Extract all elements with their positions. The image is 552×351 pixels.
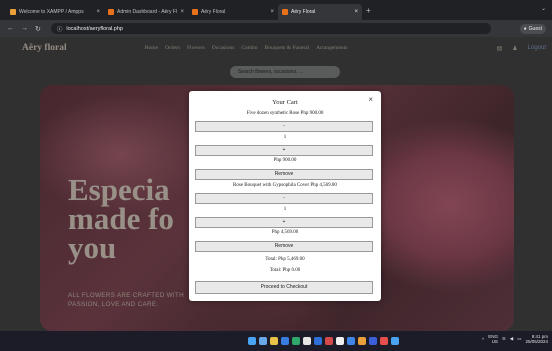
- browser-tab-aery-1[interactable]: Aëry Floral ×: [188, 4, 278, 20]
- profile-label: Guest: [528, 25, 542, 32]
- cart-title: Your Cart: [272, 99, 298, 106]
- cart-item-subtotal: Php 4,569.00: [271, 230, 299, 235]
- browser-tab-admin[interactable]: Admin Dashboard - Aëry Floral ×: [104, 4, 188, 20]
- language-indicator[interactable]: ENG US: [488, 334, 498, 344]
- checkout-button[interactable]: Proceed to Checkout: [195, 281, 373, 294]
- taskbar-app-icon[interactable]: [325, 337, 333, 345]
- battery-icon[interactable]: ▭: [517, 336, 521, 342]
- wifi-icon[interactable]: ≋: [502, 336, 506, 342]
- tab-title: Welcome to XAMPP / Ampps: [19, 9, 84, 15]
- remove-item-button[interactable]: Remove: [195, 169, 373, 180]
- clock-date: 25/05/2024: [525, 339, 548, 344]
- cart-total: Total: Php 5,469.00: [265, 257, 305, 262]
- taskbar-app-icon[interactable]: [259, 337, 267, 345]
- taskbar-apps: [248, 337, 399, 345]
- decrease-quantity-button[interactable]: -: [195, 121, 373, 132]
- clock[interactable]: 9:41 pm 25/05/2024: [525, 334, 548, 344]
- tab-title: Aëry Floral: [291, 9, 316, 15]
- reload-icon[interactable]: ↻: [35, 25, 41, 33]
- close-tab-icon[interactable]: ×: [354, 9, 358, 15]
- taskbar-app-icon[interactable]: [303, 337, 311, 345]
- browser-tab-bar: Welcome to XAMPP / Ampps × Admin Dashboa…: [0, 0, 552, 20]
- close-tab-icon[interactable]: ×: [270, 9, 274, 15]
- close-tab-icon[interactable]: ×: [96, 9, 100, 15]
- cart-item-subtotal: Php 900.00: [273, 158, 297, 163]
- taskbar-app-icon[interactable]: [314, 337, 322, 345]
- browser-tab-xampp[interactable]: Welcome to XAMPP / Ampps ×: [6, 4, 104, 20]
- url-text: localhost/aeryfloral.php: [66, 25, 123, 32]
- region-code: US: [491, 339, 498, 344]
- cart-modal: Your Cart × Five dozen synthetic Rose Ph…: [189, 91, 381, 301]
- increase-quantity-button[interactable]: +: [195, 217, 373, 228]
- close-tab-icon[interactable]: ×: [180, 9, 184, 15]
- web-page: Aëry floral Home Orders Flowers Occasion…: [0, 37, 552, 331]
- cart-item-quantity: 1: [283, 135, 287, 140]
- taskbar-app-icon[interactable]: [270, 337, 278, 345]
- taskbar-app-icon[interactable]: [336, 337, 344, 345]
- taskbar-app-icon[interactable]: [292, 337, 300, 345]
- volume-icon[interactable]: ◀: [510, 336, 513, 342]
- tab-favicon-icon: [10, 9, 16, 15]
- cart-item-label: Five dozen synthetic Rose Php 900.00: [246, 111, 324, 116]
- cart-total-secondary: Total: Php 0.00: [269, 268, 301, 273]
- taskbar-app-icon[interactable]: [281, 337, 289, 345]
- taskbar-app-icon[interactable]: [369, 337, 377, 345]
- tab-title: Admin Dashboard - Aëry Floral: [117, 9, 177, 15]
- forward-icon[interactable]: →: [21, 25, 28, 32]
- tab-search-icon[interactable]: ⌄: [541, 5, 546, 12]
- site-info-icon[interactable]: ⓘ: [57, 25, 63, 33]
- address-bar-row: ← → ↻ ⓘ localhost/aeryfloral.php ● Guest: [0, 20, 552, 37]
- os-taskbar: ^ ENG US ≋ ◀ ▭ 9:41 pm 25/05/2024: [0, 331, 552, 351]
- url-field[interactable]: ⓘ localhost/aeryfloral.php: [50, 23, 491, 34]
- profile-icon: ●: [523, 25, 527, 32]
- browser-tab-aery-active[interactable]: Aëry Floral ×: [278, 4, 362, 20]
- cart-item-label: Rose Bouquet with Gypsophila Cover Php 4…: [233, 183, 337, 188]
- tab-title: Aëry Floral: [201, 9, 226, 15]
- tab-favicon-icon: [108, 9, 114, 15]
- tab-favicon-icon: [192, 9, 198, 15]
- remove-item-button[interactable]: Remove: [195, 241, 373, 252]
- taskbar-app-icon[interactable]: [347, 337, 355, 345]
- tab-favicon-icon: [282, 9, 288, 15]
- cart-item-quantity: 1: [283, 207, 287, 212]
- back-icon[interactable]: ←: [7, 25, 14, 32]
- tray-chevron-icon[interactable]: ^: [482, 337, 484, 342]
- taskbar-app-icon[interactable]: [391, 337, 399, 345]
- system-tray: ^ ENG US ≋ ◀ ▭ 9:41 pm 25/05/2024: [482, 334, 548, 344]
- new-tab-button[interactable]: +: [366, 6, 371, 15]
- taskbar-app-icon[interactable]: [380, 337, 388, 345]
- taskbar-app-icon[interactable]: [248, 337, 256, 345]
- increase-quantity-button[interactable]: +: [195, 145, 373, 156]
- decrease-quantity-button[interactable]: -: [195, 193, 373, 204]
- profile-button[interactable]: ● Guest: [519, 23, 546, 34]
- taskbar-app-icon[interactable]: [358, 337, 366, 345]
- close-icon[interactable]: ×: [368, 95, 373, 104]
